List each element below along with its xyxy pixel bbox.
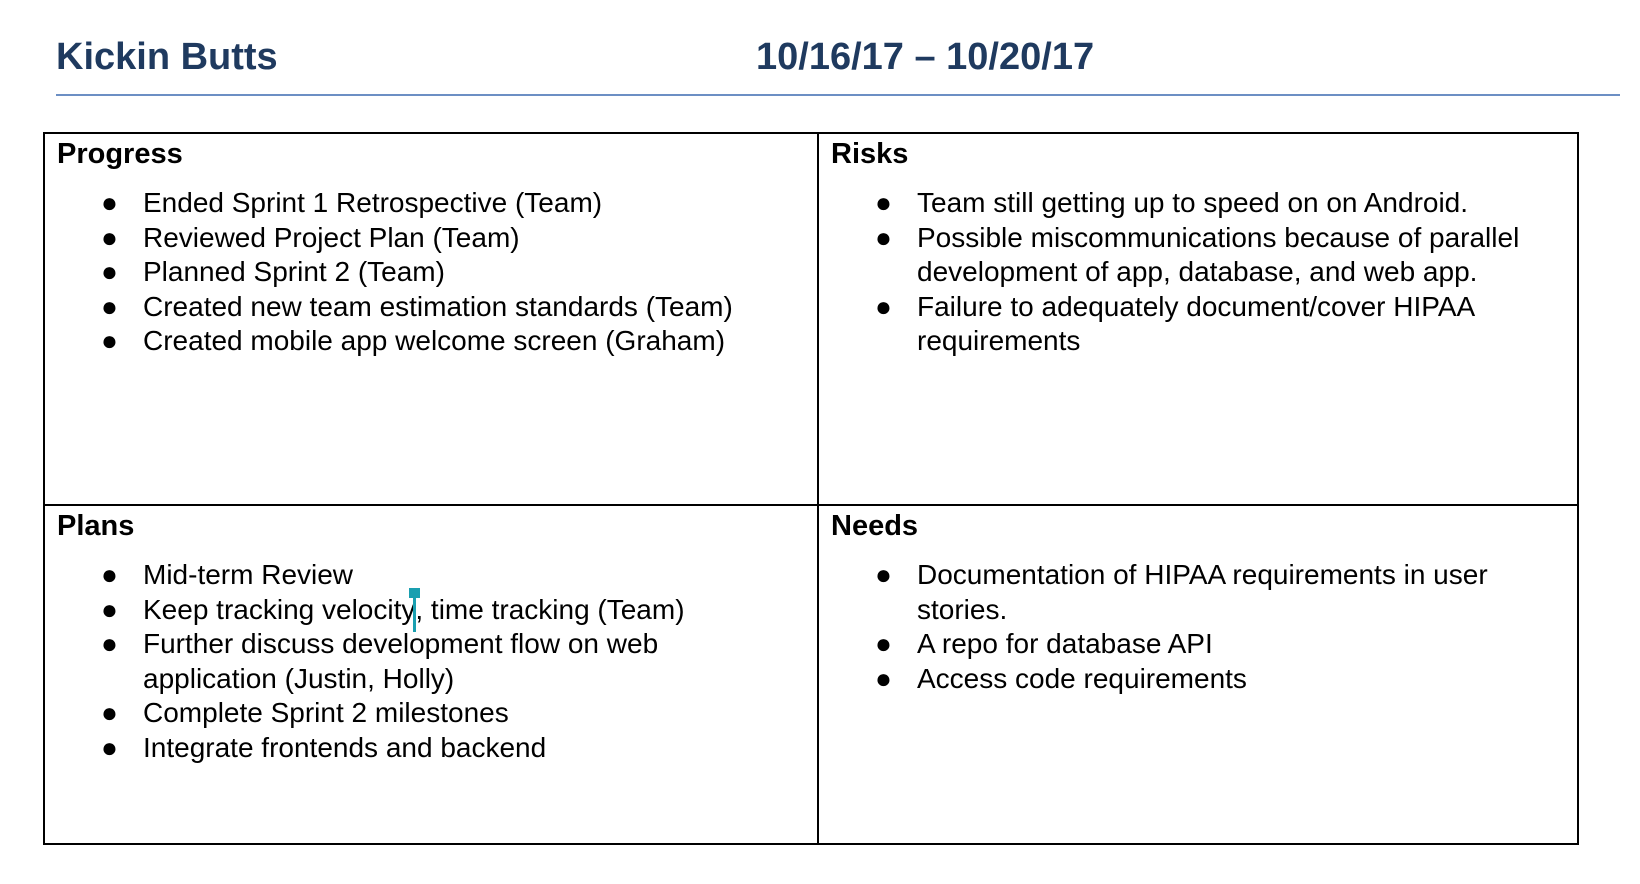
list-item[interactable]: ● A repo for database API (819, 627, 1547, 662)
list-item[interactable]: ● Mid-term Review (45, 558, 723, 593)
list-item-text: Further discuss development flow on web … (143, 628, 659, 694)
status-grid: Progress ● Ended Sprint 1 Retrospective (… (43, 132, 1579, 845)
list-item[interactable]: ● Documentation of HIPAA requirements in … (819, 558, 1547, 627)
list-item-text-after-cursor: , time tracking (Team) (415, 593, 685, 625)
bullet-icon: ● (875, 559, 892, 590)
list-item[interactable]: ● Reviewed Project Plan (Team) (45, 221, 803, 256)
plans-list: ● Mid-term Review ● Keep tracking velocity… (45, 558, 723, 765)
list-item-text: Integrate frontends and backend (143, 731, 547, 763)
date-range: 10/16/17 – 10/20/17 (756, 36, 1095, 78)
bullet-icon: ● (101, 697, 118, 728)
bullet-icon: ● (875, 187, 892, 218)
progress-cell[interactable]: Progress ● Ended Sprint 1 Retrospective (… (45, 134, 819, 506)
list-item-text: Access code requirements (917, 662, 1247, 694)
risks-title: Risks (831, 138, 909, 170)
progress-title: Progress (57, 138, 183, 170)
list-item[interactable]: ● Complete Sprint 2 milestones (45, 696, 723, 731)
bullet-icon: ● (101, 593, 118, 625)
list-item-text: Complete Sprint 2 milestones (143, 697, 509, 728)
list-item-text: Possible miscommunications because of pa… (917, 221, 1520, 288)
header-divider (56, 94, 1620, 96)
bullet-icon: ● (101, 221, 118, 253)
list-item-text: Team still getting up to speed on on And… (917, 187, 1469, 218)
list-item-text-before-cursor: Keep tracking velocity (143, 593, 416, 625)
list-item[interactable]: ● Created mobile app welcome screen (Grah… (45, 324, 803, 359)
bullet-icon: ● (101, 256, 118, 287)
list-item[interactable]: ● Possible miscommunications because of p… (819, 221, 1547, 290)
bullet-icon: ● (875, 290, 892, 322)
bullet-icon: ● (875, 662, 892, 694)
bullet-icon: ● (875, 221, 892, 253)
needs-list: ● Documentation of HIPAA requirements in … (819, 558, 1547, 696)
list-item-text: Ended Sprint 1 Retrospective (Team) (143, 187, 603, 218)
bullet-icon: ● (875, 628, 892, 659)
needs-cell[interactable]: Needs ● Documentation of HIPAA requiremen… (819, 506, 1577, 843)
list-item-text: Planned Sprint 2 (Team) (143, 256, 445, 287)
needs-title: Needs (831, 510, 919, 542)
risks-cell[interactable]: Risks ● Team still getting up to speed on… (819, 134, 1577, 506)
list-item[interactable]: ● Planned Sprint 2 (Team) (45, 255, 803, 290)
page-header: Kickin Butts 10/16/17 – 10/20/17 (56, 36, 1616, 86)
list-item-text: Reviewed Project Plan (Team) (143, 221, 520, 253)
list-item[interactable]: ● Team still getting up to speed on on An… (819, 186, 1547, 221)
list-item-text: Mid-term Review (143, 559, 354, 590)
risks-list: ● Team still getting up to speed on on An… (819, 186, 1547, 359)
list-item[interactable]: ● Failure to adequately document/cover HI… (819, 290, 1547, 359)
progress-list: ● Ended Sprint 1 Retrospective (Team) ● Re… (45, 186, 803, 359)
list-item-text: Documentation of HIPAA requirements in u… (917, 559, 1488, 625)
bullet-icon: ● (101, 325, 118, 356)
list-item-text: Created mobile app welcome screen (Graha… (143, 325, 726, 356)
list-item-text: Failure to adequately document/cover HIP… (917, 290, 1474, 357)
team-name: Kickin Butts (56, 36, 278, 78)
bullet-icon: ● (101, 731, 118, 763)
list-item[interactable]: ● Integrate frontends and backend (45, 731, 723, 766)
list-item[interactable]: ● Created new team estimation standards (… (45, 290, 803, 325)
list-item[interactable]: ● Ended Sprint 1 Retrospective (Team) (45, 186, 803, 221)
list-item-text: Created new team estimation standards (T… (143, 290, 733, 322)
list-item[interactable]: ● Further discuss development flow on web… (45, 627, 723, 696)
bullet-icon: ● (101, 559, 118, 590)
bullet-icon: ● (101, 290, 118, 322)
plans-cell[interactable]: Plans ● Mid-term Review ● Keep tracking ve… (45, 506, 819, 843)
bullet-icon: ● (101, 628, 118, 659)
list-item[interactable]: ● Keep tracking velocity, time tracking (… (45, 587, 723, 632)
list-item-text: A repo for database API (917, 628, 1213, 659)
plans-title: Plans (57, 510, 135, 542)
bullet-icon: ● (101, 187, 118, 218)
list-item[interactable]: ● Access code requirements (819, 662, 1547, 697)
